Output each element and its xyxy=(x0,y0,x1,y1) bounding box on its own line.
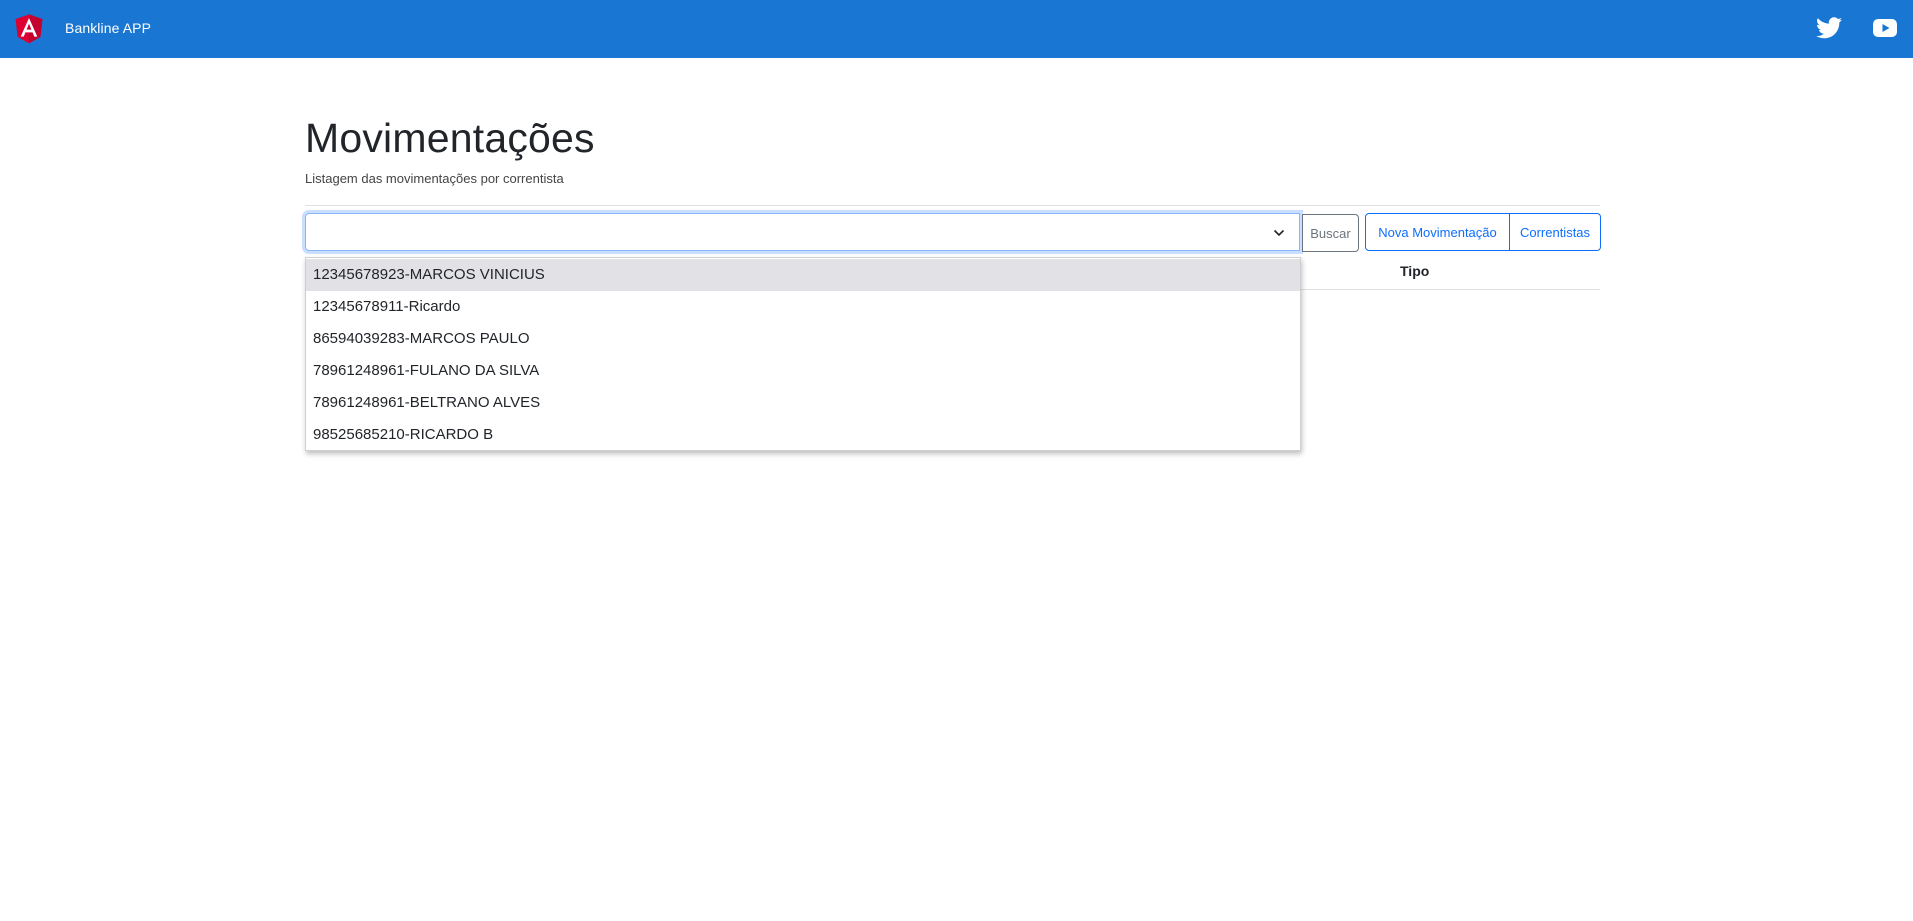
search-button[interactable]: Buscar xyxy=(1302,214,1359,252)
correntista-dropdown-list: 12345678923-MARCOS VINICIUS 12345678911-… xyxy=(305,257,1301,451)
new-transaction-button[interactable]: Nova Movimentação xyxy=(1365,213,1510,251)
dropdown-option[interactable]: 98525685210-RICARDO B xyxy=(306,419,1300,451)
action-button-group: Nova Movimentação Correntistas xyxy=(1365,213,1601,251)
app-title: Bankline APP xyxy=(65,20,152,36)
table-header-tipo: Tipo xyxy=(1400,263,1430,279)
dropdown-option[interactable]: 12345678923-MARCOS VINICIUS xyxy=(306,259,1300,291)
divider xyxy=(305,205,1600,206)
dropdown-option[interactable]: 86594039283-MARCOS PAULO xyxy=(306,323,1300,355)
angular-logo-icon[interactable] xyxy=(13,11,45,46)
twitter-icon[interactable] xyxy=(1816,17,1842,39)
chevron-down-icon xyxy=(1273,229,1285,237)
youtube-icon[interactable] xyxy=(1873,19,1897,37)
table-header-divider xyxy=(1300,289,1600,290)
correntista-select[interactable] xyxy=(305,213,1300,251)
page-title: Movimentações xyxy=(305,115,595,161)
accounts-button[interactable]: Correntistas xyxy=(1510,213,1601,251)
top-navbar: Bankline APP xyxy=(0,0,1913,58)
dropdown-option[interactable]: 78961248961-FULANO DA SILVA xyxy=(306,355,1300,387)
dropdown-option[interactable]: 78961248961-BELTRANO ALVES xyxy=(306,387,1300,419)
dropdown-option[interactable]: 12345678911-Ricardo xyxy=(306,291,1300,323)
page-subtitle: Listagem das movimentações por correntis… xyxy=(305,171,564,186)
